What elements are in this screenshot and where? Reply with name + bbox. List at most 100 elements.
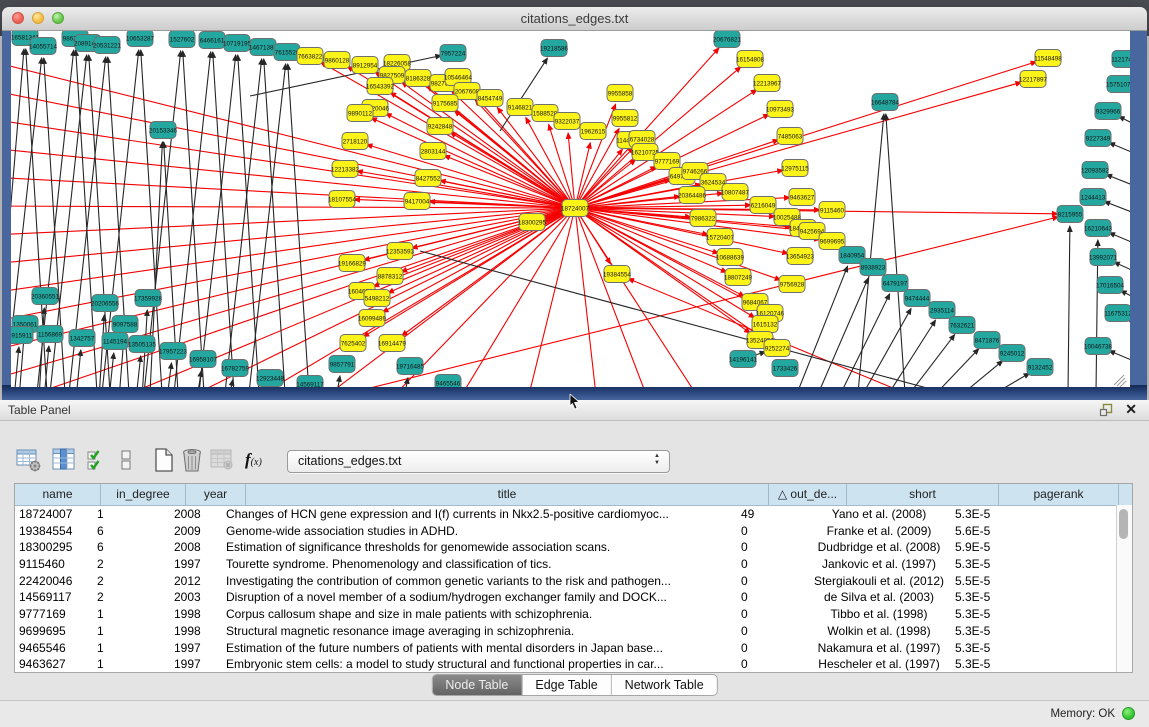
table-cell: 9463627: [15, 656, 93, 673]
network-node-label: 15720407: [706, 234, 735, 241]
table-row[interactable]: 969969511998Structural magnetic resonanc…: [15, 623, 1132, 640]
network-node-label: 12213967: [753, 80, 782, 87]
network-node-label: 16154808: [736, 56, 765, 63]
network-node-label: 18724007: [561, 205, 590, 212]
network-node-label: 2803144: [421, 148, 446, 155]
network-node-label: 17016504: [1096, 282, 1125, 289]
select-all-columns-icon[interactable]: [84, 446, 112, 474]
network-node-label: 1527602: [170, 36, 195, 43]
network-node-label: 20676821: [713, 36, 742, 43]
network-node-label: 3624534: [701, 179, 726, 186]
table-scrollbar[interactable]: [1116, 505, 1132, 672]
network-window: citations_edges.txt 16581341140557149862…: [2, 7, 1147, 400]
table-row[interactable]: 2242004622012Investigating the contribut…: [15, 573, 1132, 590]
memory-status-label: Memory: OK: [1050, 708, 1115, 720]
table-cell: 18724007: [15, 506, 93, 523]
network-node-label: 8215955: [1058, 211, 1083, 218]
network-node-label: 1244413: [1081, 194, 1106, 201]
table-cell: 2003: [170, 589, 222, 606]
table-cell: 0: [737, 606, 807, 623]
table-row[interactable]: 946362711997Embryonic stem cells: a mode…: [15, 656, 1132, 673]
network-node-label: 8912954: [353, 62, 378, 69]
unselect-all-columns-icon[interactable]: [112, 446, 140, 474]
network-node-label: 10046738: [1084, 343, 1113, 350]
table-row[interactable]: 911546021997Tourette syndrome. Phenomeno…: [15, 556, 1132, 573]
network-node-label: 6466161: [200, 37, 225, 44]
table-cell: 0: [737, 640, 807, 657]
table-cell: 9777169: [15, 606, 93, 623]
table-cell: Stergiakouli et al. (2012): [807, 573, 951, 590]
table-row[interactable]: 1938455462009Genome-wide association stu…: [15, 523, 1132, 540]
table-settings-icon[interactable]: [15, 446, 43, 474]
network-node-label: 3915911: [11, 332, 33, 339]
network-node-label: 9955858: [608, 90, 633, 97]
window-titlebar[interactable]: citations_edges.txt: [2, 7, 1147, 31]
table-row[interactable]: 977716911998Corpus callosum shape and si…: [15, 606, 1132, 623]
network-graph[interactable]: 1658134114055714986257020891406205312211…: [11, 31, 1130, 387]
delete-columns-icon[interactable]: [178, 446, 206, 474]
column-header-year[interactable]: year: [186, 484, 246, 505]
create-column-icon[interactable]: [150, 446, 178, 474]
network-edges: [11, 48, 1130, 387]
network-node-label: 9252274: [765, 345, 790, 352]
table-cell: 5.3E-5: [951, 656, 1063, 673]
table-panel: Table Panel ✕: [0, 400, 1149, 700]
table-cell: Investigating the contribution of common…: [222, 573, 737, 590]
table-cell: Corpus callosum shape and size in male p…: [222, 606, 737, 623]
network-node-label: 9245012: [1000, 350, 1025, 357]
network-node-label: 2067608: [455, 88, 480, 95]
network-node-label: 5498212: [365, 295, 390, 302]
table-row[interactable]: 1830029562008Estimation of significance …: [15, 539, 1132, 556]
network-node-label: 9322037: [555, 118, 580, 125]
network-node-label: 9955812: [613, 115, 638, 122]
table-cell: 5.3E-5: [951, 606, 1063, 623]
network-node-label: 9175685: [433, 100, 458, 107]
column-header-short[interactable]: short: [847, 484, 999, 505]
network-node-label: 1962615: [581, 128, 606, 135]
table-cell: 1997: [170, 656, 222, 673]
function-builder-icon[interactable]: f(x): [245, 450, 273, 478]
canvas-resize-grip-icon[interactable]: [1114, 375, 1126, 387]
network-node-label: 10807487: [721, 189, 750, 196]
network-canvas[interactable]: 1658134114055714986257020891406205312211…: [11, 31, 1130, 387]
network-node-label: 12923448: [256, 375, 285, 382]
table-cell: 1: [93, 640, 170, 657]
network-node-label: 8471876: [975, 337, 1000, 344]
tab-network-table[interactable]: Network Table: [612, 675, 717, 695]
column-header-name[interactable]: name: [15, 484, 101, 505]
table-cell: 6: [93, 539, 170, 556]
network-node-label: 7485063: [778, 133, 803, 140]
table-body: 1872400712008Changes of HCN gene express…: [15, 506, 1132, 673]
table-cell: Estimation of the future numbers of pati…: [222, 640, 737, 657]
table-cell: 2009: [170, 523, 222, 540]
network-node-label: 7615526: [275, 49, 300, 56]
network-node-label: 9465546: [436, 380, 461, 387]
table-row[interactable]: 946554611997Estimation of the future num…: [15, 640, 1132, 657]
table-cell: 5.3E-5: [951, 623, 1063, 640]
column-header-title[interactable]: title: [246, 484, 769, 505]
column-header-pagerank[interactable]: pagerank: [999, 484, 1119, 505]
table-cell: 5.3E-5: [951, 640, 1063, 657]
table-select-dropdown[interactable]: citations_edges.txt ▲▼: [287, 450, 670, 473]
table-select-value: citations_edges.txt: [298, 454, 402, 468]
table-scrollbar-thumb[interactable]: [1119, 509, 1128, 539]
table-cell: 9465546: [15, 640, 93, 657]
network-node-label: 12975115: [781, 165, 809, 172]
table-cell: 5.9E-5: [951, 539, 1063, 556]
column-header-in-degree[interactable]: in_degree: [101, 484, 186, 505]
table-row[interactable]: 1872400712008Changes of HCN gene express…: [15, 506, 1132, 523]
network-node-label: 1733426: [773, 365, 798, 372]
table-cell: Genome-wide association studies in ADHD.: [222, 523, 737, 540]
float-panel-icon[interactable]: [1099, 403, 1113, 417]
tab-edge-table[interactable]: Edge Table: [522, 675, 611, 695]
close-panel-icon[interactable]: ✕: [1125, 401, 1137, 418]
network-node-label: 8427552: [416, 175, 441, 182]
network-node-label: 8938923: [861, 264, 886, 271]
table-cell: Embryonic stem cells: a model to study s…: [222, 656, 737, 673]
column-header-out-de-[interactable]: △ out_de...: [769, 484, 847, 505]
show-columns-icon[interactable]: [50, 446, 78, 474]
tab-node-table[interactable]: Node Table: [432, 675, 522, 695]
table-cell: Hescheler et al. (1997): [807, 656, 951, 673]
delete-table-icon[interactable]: [208, 446, 236, 474]
table-row[interactable]: 1456911722003Disruption of a novel membe…: [15, 589, 1132, 606]
